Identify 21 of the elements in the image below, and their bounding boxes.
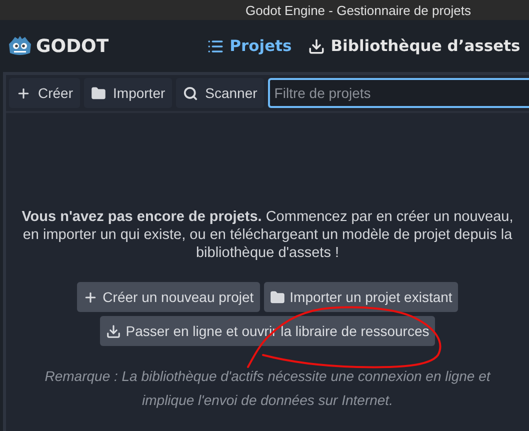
plus-icon — [82, 290, 98, 304]
logo-text: GODOT — [36, 36, 109, 56]
action-button[interactable]: Créer un nouveau projet — [76, 282, 260, 312]
download-icon — [308, 38, 325, 54]
toolbar-button[interactable]: Créer — [9, 78, 80, 108]
list-icon — [206, 38, 224, 54]
plus-icon — [16, 86, 31, 100]
download-icon — [106, 324, 121, 338]
nav-tab[interactable]: Projets — [206, 35, 292, 57]
window-title: Godot Engine - Gestionnaire de projets — [246, 2, 471, 18]
note-text: Remarque : La bibliothèque d'actifs nécessite une connexion en ligne et implique l'envoi de données sur Internet. — [44, 367, 492, 410]
folder-icon — [91, 86, 106, 100]
robot-head-icon — [8, 35, 32, 57]
action-button[interactable]: Importer un projet existant — [264, 282, 458, 312]
search-icon — [183, 86, 198, 100]
toolbar-button[interactable]: Scanner — [176, 78, 264, 108]
toolbar-button[interactable]: Importer — [84, 78, 172, 108]
empty-message: Vous n'avez pas encore de projets. Commencez par en créer un nouveau, en importer un qui existe, ou en téléchargeant un modèle de projet depuis la bibliothèque d'assets ! — [20, 208, 514, 262]
filter-field[interactable]: Filtre de projets — [268, 78, 529, 108]
folder-icon — [270, 290, 285, 304]
nav-tab[interactable]: Bibliothèque d’assets — [308, 35, 520, 57]
